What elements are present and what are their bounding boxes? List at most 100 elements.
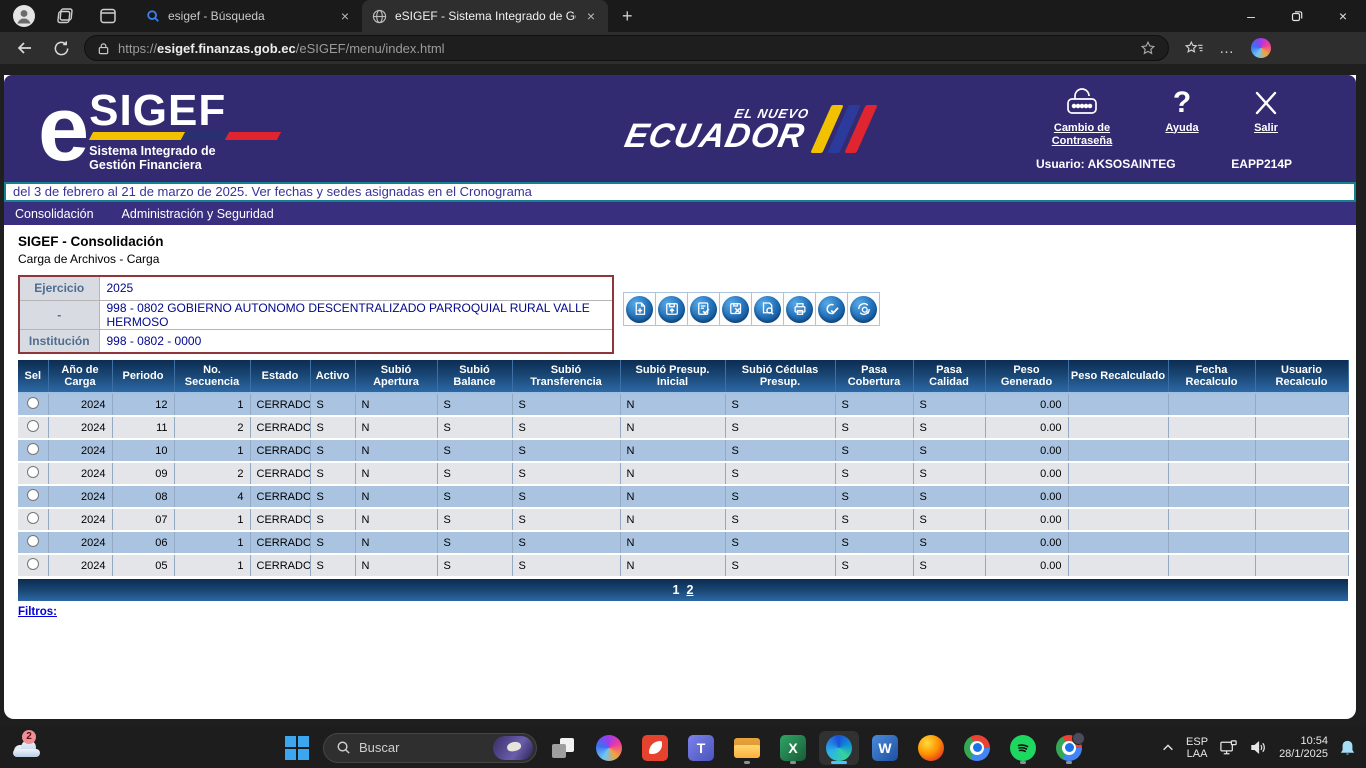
upload-file-button[interactable] <box>655 292 688 326</box>
table-cell: 1 <box>174 393 250 416</box>
menu-item-consolidacion[interactable]: Consolidación <box>15 207 94 221</box>
logout-button[interactable]: Salir <box>1236 87 1296 135</box>
preview-document-icon <box>754 296 781 323</box>
print-button[interactable] <box>783 292 816 326</box>
network-icon[interactable] <box>1219 739 1238 757</box>
profile-avatar[interactable] <box>10 2 38 30</box>
search-records-button[interactable] <box>847 292 880 326</box>
column-header: Peso Generado <box>985 360 1068 393</box>
chrome-profile-button[interactable] <box>1049 731 1089 765</box>
table-cell: 2024 <box>48 439 112 462</box>
table-cell <box>1255 439 1348 462</box>
table-cell: 1 <box>174 439 250 462</box>
esigef-page: e SIGEF Sistema Integrado de Gestión Fin… <box>4 75 1356 719</box>
table-cell: S <box>913 462 985 485</box>
new-tab-button[interactable]: + <box>608 6 647 27</box>
volume-icon[interactable] <box>1249 739 1268 756</box>
table-cell <box>1168 393 1255 416</box>
address-bar[interactable]: https://esigef.finanzas.gob.ec/eSIGEF/me… <box>84 35 1169 61</box>
table-cell: CERRADO <box>250 508 310 531</box>
tab-close-icon[interactable]: × <box>338 8 352 24</box>
table-cell <box>1168 508 1255 531</box>
tray-chevron-up-icon[interactable] <box>1161 741 1175 755</box>
logo-sigef-text: SIGEF <box>89 93 279 129</box>
page-number-current[interactable]: 1 <box>673 583 680 597</box>
window-minimize-button[interactable]: – <box>1228 0 1274 32</box>
copilot-app-button[interactable] <box>589 731 629 765</box>
tab-close-icon[interactable]: × <box>584 8 598 24</box>
favorite-star-icon[interactable] <box>1140 40 1156 56</box>
filters-link[interactable]: Filtros: <box>18 606 57 618</box>
row-select-radio[interactable] <box>27 466 39 478</box>
vertical-tabs-icon[interactable] <box>94 2 122 30</box>
firefox-button[interactable] <box>911 731 951 765</box>
preview-document-button[interactable] <box>751 292 784 326</box>
browser-tab-esigef[interactable]: eSIGEF - Sistema Integrado de Ge × <box>362 0 608 32</box>
approve-consolidation-button[interactable] <box>815 292 848 326</box>
select-cell <box>18 416 48 439</box>
copilot-icon[interactable] <box>1251 38 1271 58</box>
weather-widget[interactable]: 2 <box>12 739 42 757</box>
table-cell: 06 <box>112 531 174 554</box>
padlock-icon <box>1061 87 1103 119</box>
table-cell: S <box>437 439 512 462</box>
spotify-button[interactable] <box>1003 731 1043 765</box>
help-button[interactable]: ? Ayuda <box>1152 87 1212 135</box>
menu-item-administracion[interactable]: Administración y Seguridad <box>122 207 274 221</box>
row-select-radio[interactable] <box>27 443 39 455</box>
table-cell: CERRADO <box>250 485 310 508</box>
pdf-app-button[interactable] <box>635 731 675 765</box>
workspaces-icon[interactable] <box>52 2 80 30</box>
logo-subtitle: Sistema Integrado de Gestión Financiera <box>89 144 279 172</box>
site-header: e SIGEF Sistema Integrado de Gestión Fin… <box>4 75 1356 182</box>
file-explorer-button[interactable] <box>727 731 767 765</box>
back-button[interactable] <box>12 35 38 61</box>
excel-button[interactable]: X <box>773 731 813 765</box>
browser-tab-search[interactable]: esigef - Búsqueda × <box>136 0 362 32</box>
table-header-row: SelAño de CargaPeriodoNo. SecuenciaEstad… <box>18 360 1348 393</box>
window-close-button[interactable]: × <box>1320 0 1366 32</box>
notification-bell-icon[interactable] <box>1339 739 1356 757</box>
edge-button[interactable] <box>819 731 859 765</box>
column-header: Pasa Cobertura <box>835 360 913 393</box>
search-highlight-image[interactable] <box>493 736 533 760</box>
table-cell: CERRADO <box>250 416 310 439</box>
new-record-button[interactable] <box>623 292 656 326</box>
chrome-button[interactable] <box>957 731 997 765</box>
task-view-button[interactable] <box>543 731 583 765</box>
language-indicator[interactable]: ESP LAA <box>1186 736 1208 760</box>
clock[interactable]: 10:54 28/1/2025 <box>1279 735 1328 761</box>
browser-menu-ellipsis[interactable]: … <box>1219 40 1235 57</box>
change-password-button[interactable]: Cambio de Contraseña <box>1036 87 1128 148</box>
start-button[interactable] <box>277 731 317 765</box>
page-number-link[interactable]: 2 <box>687 583 694 597</box>
window-restore-button[interactable] <box>1274 0 1320 32</box>
favorites-bar-icon[interactable] <box>1185 39 1203 57</box>
row-select-radio[interactable] <box>27 512 39 524</box>
row-select-radio[interactable] <box>27 397 39 409</box>
table-cell: 2024 <box>48 485 112 508</box>
table-cell: 2 <box>174 462 250 485</box>
validate-form-button[interactable] <box>687 292 720 326</box>
teams-button[interactable]: T <box>681 731 721 765</box>
word-button[interactable]: W <box>865 731 905 765</box>
table-cell: S <box>512 554 620 577</box>
table-cell: S <box>913 393 985 416</box>
row-select-radio[interactable] <box>27 489 39 501</box>
row-select-radio[interactable] <box>27 558 39 570</box>
column-header: Usuario Recalculo <box>1255 360 1348 393</box>
table-cell: 2024 <box>48 416 112 439</box>
column-header: Pasa Calidad <box>913 360 985 393</box>
table-cell: 08 <box>112 485 174 508</box>
browser-urlbar: https://esigef.finanzas.gob.ec/eSIGEF/me… <box>0 32 1366 64</box>
table-cell <box>1168 416 1255 439</box>
refresh-button[interactable] <box>48 35 74 61</box>
taskbar-search-box[interactable]: Buscar <box>323 733 537 763</box>
delete-record-button[interactable] <box>719 292 752 326</box>
select-cell <box>18 462 48 485</box>
row-select-radio[interactable] <box>27 420 39 432</box>
table-cell: S <box>437 554 512 577</box>
row-select-radio[interactable] <box>27 535 39 547</box>
table-cell <box>1255 462 1348 485</box>
page-title: SIGEF - Consolidación <box>18 234 1348 249</box>
